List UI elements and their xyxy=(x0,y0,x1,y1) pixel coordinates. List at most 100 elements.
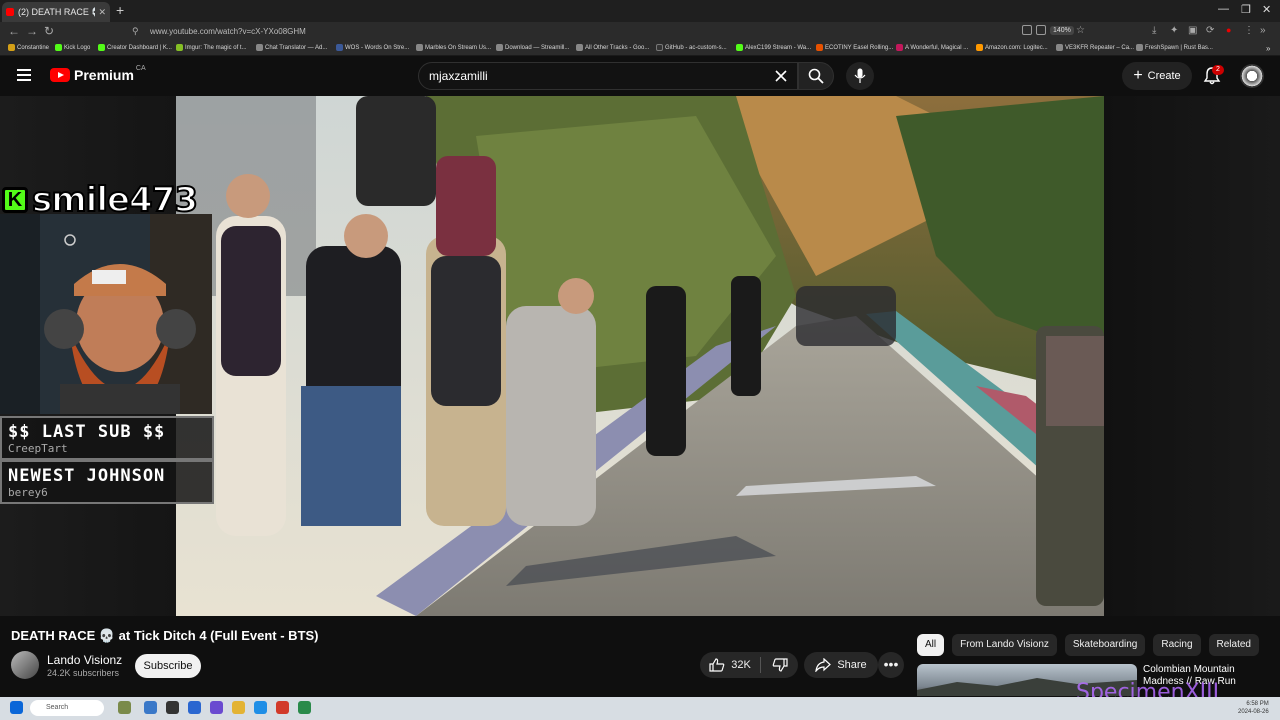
bookmark-item[interactable]: Creator Dashboard | K... xyxy=(98,44,172,51)
chip-all[interactable]: All xyxy=(917,634,945,656)
start-button-icon[interactable] xyxy=(10,701,23,714)
bookmark-item[interactable]: GitHub - ac-custom-s... xyxy=(656,44,727,51)
bookmark-favicon-icon xyxy=(496,44,503,51)
sync-icon[interactable]: ⟳ xyxy=(1206,25,1214,36)
video-player[interactable] xyxy=(176,96,1104,616)
taskbar-app-icon[interactable] xyxy=(298,701,311,714)
microphone-icon xyxy=(854,68,866,83)
taskbar-app-icon[interactable] xyxy=(144,701,157,714)
channel-avatar[interactable] xyxy=(11,651,39,679)
subscriber-count: 24.2K subscribers xyxy=(47,668,120,678)
taskbar-app-icon[interactable] xyxy=(254,701,267,714)
bookmark-favicon-icon xyxy=(576,44,583,51)
create-button[interactable]: + Create xyxy=(1122,62,1192,90)
video-right-margin xyxy=(1104,96,1280,616)
maximize-icon[interactable]: ❐ xyxy=(1241,3,1251,16)
bookmark-item[interactable]: Constantine xyxy=(8,44,49,51)
bookmark-favicon-icon xyxy=(736,44,743,51)
taskbar-app-icon[interactable] xyxy=(276,701,289,714)
chip-skateboarding[interactable]: Skateboarding xyxy=(1064,634,1146,656)
youtube-extension-icon[interactable]: ● xyxy=(1226,25,1231,35)
bookmark-label: Marbles On Stream Us... xyxy=(425,44,492,51)
taskbar-app-icon[interactable] xyxy=(118,701,131,714)
bookmark-item[interactable]: AlexC199 Stream - Wa... xyxy=(736,44,811,51)
bookmark-item[interactable]: Kick Logo xyxy=(55,44,90,51)
overflow-icon[interactable]: » xyxy=(1260,25,1266,36)
windows-taskbar: Search 6:58 PM 2024-08-26 xyxy=(0,697,1280,720)
like-button[interactable]: 32K xyxy=(700,652,760,678)
hamburger-menu-icon[interactable] xyxy=(17,69,31,81)
share-icon xyxy=(815,658,832,672)
taskbar-app-icon[interactable] xyxy=(188,701,201,714)
file-explorer-icon[interactable] xyxy=(232,701,245,714)
chip-racing[interactable]: Racing xyxy=(1153,634,1201,656)
picture-in-picture-icon[interactable] xyxy=(1036,25,1046,35)
bookmark-favicon-icon xyxy=(176,44,183,51)
bookmark-item[interactable]: Chat Translator — Ad... xyxy=(256,44,327,51)
bookmark-item[interactable]: Imgur: The magic of t... xyxy=(176,44,247,51)
chip-from-channel[interactable]: From Lando Visionz xyxy=(952,634,1057,656)
bookmark-item[interactable]: ECOTINY Easel Rolling... xyxy=(816,44,893,51)
newest-follower-panel: NEWEST JOHNSON berey6 xyxy=(0,460,214,504)
dislike-button[interactable] xyxy=(764,652,796,678)
site-info-icon[interactable]: ⚲ xyxy=(132,26,139,37)
chip-related[interactable]: Related xyxy=(1208,634,1259,656)
extension-icon[interactable]: ✦ xyxy=(1170,25,1178,36)
back-icon[interactable]: ← xyxy=(8,24,20,38)
new-tab-icon[interactable]: + xyxy=(116,2,124,18)
bookmark-item[interactable]: VE3KFR Repeater – Ca... xyxy=(1056,44,1134,51)
download-icon[interactable]: ⤓ xyxy=(1152,25,1156,36)
bookmark-label: ECOTINY Easel Rolling... xyxy=(825,44,894,51)
forward-icon[interactable]: → xyxy=(26,24,38,38)
zoom-level[interactable]: 140% xyxy=(1050,26,1074,35)
youtube-logo[interactable]: Premium CA xyxy=(50,65,146,83)
taskbar-app-icon[interactable] xyxy=(210,701,223,714)
thumbs-down-icon xyxy=(772,658,788,672)
extensions-icon[interactable]: ▣ xyxy=(1188,25,1197,36)
subscribe-button[interactable]: Subscribe xyxy=(135,654,201,678)
bookmark-item[interactable]: Marbles On Stream Us... xyxy=(416,44,491,51)
browser-menu-icon[interactable]: ⋮ xyxy=(1244,25,1254,36)
share-button[interactable]: Share xyxy=(804,652,878,678)
minimize-icon[interactable]: — xyxy=(1218,3,1229,15)
channel-name[interactable]: Lando Visionz xyxy=(47,653,122,667)
bookmark-favicon-icon xyxy=(976,44,983,51)
taskbar-app-icon[interactable] xyxy=(166,701,179,714)
clear-search-icon[interactable] xyxy=(775,70,787,82)
bookmark-label: Constantine xyxy=(17,44,50,51)
bookmark-favicon-icon xyxy=(816,44,823,51)
plus-icon: + xyxy=(1133,67,1143,84)
search-button[interactable] xyxy=(798,62,834,90)
bookmark-label: WOS - Words On Stre... xyxy=(345,44,410,51)
taskbar-search[interactable]: Search xyxy=(30,700,104,716)
webcam-image xyxy=(0,214,212,414)
kick-logo-icon: K xyxy=(2,187,28,213)
bookmark-favicon-icon xyxy=(8,44,15,51)
youtube-header: Premium CA + Create 2 xyxy=(0,56,1280,96)
bookmark-label: Creator Dashboard | K... xyxy=(107,44,172,51)
account-avatar[interactable] xyxy=(1240,64,1264,88)
bookmark-label: Imgur: The magic of t... xyxy=(185,44,247,51)
url-field[interactable]: www.youtube.com/watch?v=cX-YXo08GHM xyxy=(150,24,1010,40)
bookmark-item[interactable]: WOS - Words On Stre... xyxy=(336,44,409,51)
close-window-icon[interactable]: ✕ xyxy=(1262,3,1271,16)
logo-text: Premium xyxy=(74,67,134,83)
youtube-favicon-icon xyxy=(6,8,14,16)
bookmark-item[interactable]: FreshSpawn | Rust Bas... xyxy=(1136,44,1213,51)
bookmark-star-icon[interactable]: ☆ xyxy=(1076,25,1085,36)
search-input[interactable] xyxy=(429,68,749,84)
bookmark-item[interactable]: Download — Streamill... xyxy=(496,44,569,51)
bookmark-item[interactable]: A Wonderful, Magical ... xyxy=(896,44,968,51)
more-actions-button[interactable]: ••• xyxy=(878,652,904,678)
reload-icon[interactable]: ↻ xyxy=(44,24,54,38)
bookmark-item[interactable]: All Other Tracks - Goo... xyxy=(576,44,649,51)
bookmark-item[interactable]: Amazon.com: Logitec... xyxy=(976,44,1048,51)
voice-search-button[interactable] xyxy=(846,62,874,90)
screenshot-icon[interactable] xyxy=(1022,25,1032,35)
bookmarks-overflow-icon[interactable]: » xyxy=(1266,44,1270,53)
browser-tab[interactable]: (2) DEATH RACE 💀 at Tick Ditc ✕ xyxy=(2,2,110,22)
search-box xyxy=(418,62,798,90)
last-sub-panel: $$ LAST SUB $$ CreepTart xyxy=(0,416,214,460)
close-tab-icon[interactable]: ✕ xyxy=(98,7,106,18)
taskbar-clock[interactable]: 6:58 PM 2024-08-26 xyxy=(1238,700,1269,716)
